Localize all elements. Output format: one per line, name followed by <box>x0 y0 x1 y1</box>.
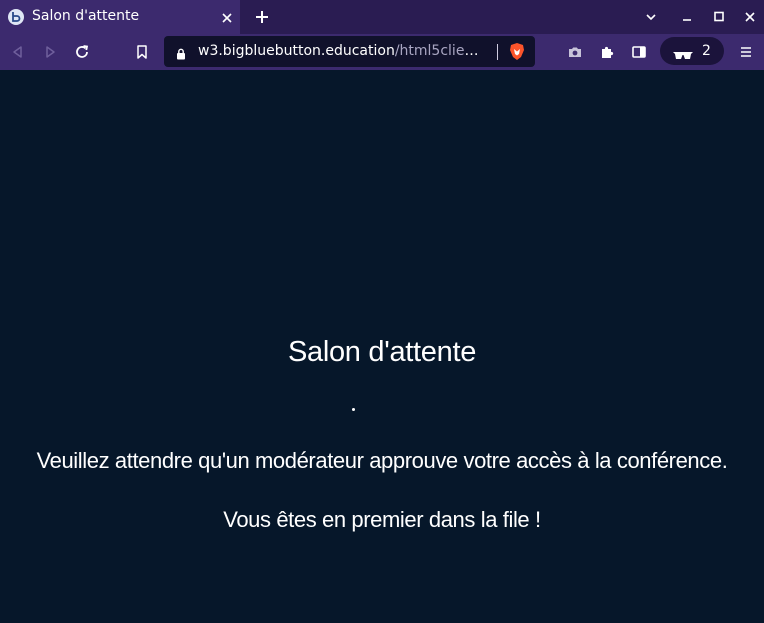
tab-strip: Salon d'attente <box>0 0 764 34</box>
waiting-message: Veuillez attendre qu'un modérateur appro… <box>36 448 728 473</box>
back-icon[interactable] <box>10 44 26 60</box>
queue-position: Vous êtes en premier dans la file ! <box>223 507 541 532</box>
tab-close-icon[interactable] <box>220 10 234 24</box>
reload-icon[interactable] <box>74 44 90 60</box>
tab-title: Salon d'attente <box>32 8 140 24</box>
menu-icon[interactable] <box>738 44 754 60</box>
url-text[interactable]: w3.bigbluebutton.education/html5client/g… <box>198 43 484 59</box>
new-tab-icon[interactable] <box>254 9 270 25</box>
sidebar-icon[interactable] <box>631 44 647 60</box>
minimize-icon[interactable] <box>680 9 694 23</box>
private-glasses-icon <box>672 46 694 59</box>
address-bar[interactable]: w3.bigbluebutton.education/html5client/g… <box>164 36 535 67</box>
private-window-badge[interactable]: 2 <box>660 37 724 65</box>
maximize-icon[interactable] <box>712 9 726 23</box>
loading-indicator <box>352 408 355 411</box>
waiting-room-page: Salon d'attente Veuillez attendre qu'un … <box>0 70 764 623</box>
bigbluebutton-icon <box>8 9 24 25</box>
private-window-count: 2 <box>702 43 711 59</box>
chevron-down-icon[interactable] <box>644 9 658 23</box>
url-separator <box>497 44 498 60</box>
camera-icon[interactable] <box>567 44 583 60</box>
close-icon[interactable] <box>743 9 757 23</box>
url-host: w3.bigbluebutton.education <box>198 43 395 59</box>
page-title: Salon d'attente <box>287 336 477 368</box>
url-path: /html5client/g... <box>394 43 484 59</box>
extensions-icon[interactable] <box>599 44 615 60</box>
brave-shield-icon[interactable] <box>508 42 526 61</box>
tab-active[interactable]: Salon d'attente <box>0 0 240 34</box>
lock-icon[interactable] <box>176 45 186 60</box>
browser-toolbar: w3.bigbluebutton.education/html5client/g… <box>0 34 764 70</box>
bookmark-icon[interactable] <box>134 44 150 60</box>
forward-icon[interactable] <box>42 44 58 60</box>
